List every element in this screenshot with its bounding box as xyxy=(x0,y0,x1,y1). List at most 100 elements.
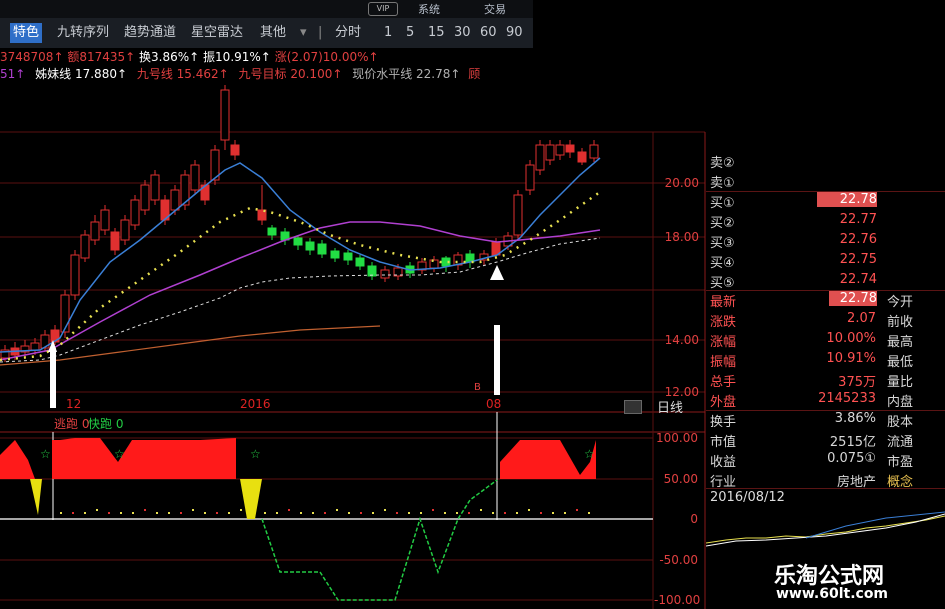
candle-body xyxy=(355,257,365,267)
sub-chart-dot xyxy=(192,509,194,511)
buy-arrow-icon xyxy=(48,265,504,408)
candle-body xyxy=(190,164,200,191)
scroll-button[interactable] xyxy=(624,400,642,414)
sub-chart-dot xyxy=(132,512,134,514)
sub-chart-dot xyxy=(576,509,578,511)
x-label-2016: 2016 xyxy=(240,397,271,411)
candle-body xyxy=(70,254,80,296)
s2-right-label-1: 流通 xyxy=(887,435,914,450)
sub-y-100: 100.00 xyxy=(656,431,698,445)
candle-body xyxy=(170,189,180,211)
candle-body xyxy=(380,269,390,279)
y-label-20: 20.00 xyxy=(664,176,699,190)
sub-chart-dot xyxy=(96,509,98,511)
watermark: 乐淘公式网 www.60lt.com xyxy=(760,556,940,608)
sub-chart-dot xyxy=(480,509,482,511)
candle-body xyxy=(330,250,340,259)
s1-right-label-3: 最低 xyxy=(887,355,914,370)
sub-chart-dot xyxy=(72,512,74,514)
stock-terminal: VIP 系统 交易 特色 九转序列 趋势通道 星空雷达 其他 ▾ | 分时 1 … xyxy=(0,0,945,609)
sub-chart-dot xyxy=(516,512,518,514)
mini-intraday-chart xyxy=(706,511,945,547)
ma-blue-line xyxy=(0,157,601,353)
sub-chart-dot xyxy=(444,512,446,514)
sub-y-50: 50.00 xyxy=(663,472,698,486)
sub-chart-dot xyxy=(228,512,230,514)
svg-text:☆: ☆ xyxy=(584,447,595,461)
s1-label-4: 总手 xyxy=(710,375,737,390)
candle-body xyxy=(429,259,439,269)
buy-4-price[interactable]: 22.75 xyxy=(817,252,877,267)
sub-chart-dot xyxy=(276,512,278,514)
sub-chart-dot xyxy=(504,512,506,514)
s1-value-4: 375万 xyxy=(838,375,876,390)
candle-body xyxy=(513,194,523,236)
candle-body xyxy=(525,164,535,191)
sub-chart-dot xyxy=(552,512,554,514)
s1-right-label-5: 内盘 xyxy=(887,395,914,410)
sub-chart-dot xyxy=(348,512,350,514)
sub-chart-dot xyxy=(60,512,62,514)
candle-body xyxy=(100,209,110,231)
buy-3-label: 买③ xyxy=(710,236,735,251)
y-label-18: 18.00 xyxy=(664,230,699,244)
sub-chart-dot xyxy=(336,509,338,511)
s1-label-3: 振幅 xyxy=(710,355,737,370)
s1-right-label-0: 今开 xyxy=(887,295,914,310)
s2-right-label-0: 股本 xyxy=(887,415,914,430)
sub-y-neg100: -100.00 xyxy=(654,593,701,607)
sub-chart-dot xyxy=(420,512,422,514)
s1-value-2: 10.00% xyxy=(826,331,876,346)
candle-body xyxy=(577,151,587,163)
sub-chart-green-line xyxy=(261,479,498,601)
candle-body xyxy=(130,199,140,226)
buy-3-price[interactable]: 22.76 xyxy=(817,232,877,247)
candle-body xyxy=(60,294,70,333)
sub-chart-dot xyxy=(324,512,326,514)
buy-2-label: 买② xyxy=(710,216,735,231)
period-daily-button[interactable]: 日线 xyxy=(657,397,683,416)
candlestick-series xyxy=(0,85,599,362)
sub-chart-dot xyxy=(144,509,146,511)
sub-chart-dot xyxy=(288,509,290,511)
s1-value-5: 2145233 xyxy=(818,391,876,406)
s1-right-label-4: 量比 xyxy=(887,375,914,390)
candle-body xyxy=(367,265,377,277)
watermark-url: www.60lt.com xyxy=(776,586,889,602)
s1-right-label-2: 最高 xyxy=(887,335,914,350)
sub-chart-dot xyxy=(120,512,122,514)
s2-label-0: 换手 xyxy=(710,415,737,430)
s1-right-label-1: 前收 xyxy=(887,315,914,330)
s2-right-label-2: 市盈 xyxy=(887,455,914,470)
buy-5-label: 买⑤ xyxy=(710,276,735,291)
sub-chart-dot xyxy=(180,512,182,514)
candle-body xyxy=(120,219,130,241)
candle-body xyxy=(565,144,575,153)
sub-chart-dot xyxy=(108,512,110,514)
candle-body xyxy=(545,144,555,161)
candle-body xyxy=(293,237,303,246)
sub-legend-run: 快跑 0 xyxy=(88,417,124,431)
candle-body xyxy=(150,174,160,201)
s2-value-1: 2515亿 xyxy=(829,435,876,450)
sub-chart-dot xyxy=(216,512,218,514)
sub-chart-dot xyxy=(456,512,458,514)
sub-chart-dot xyxy=(540,512,542,514)
candle-body xyxy=(305,241,315,251)
sell-2-label: 卖② xyxy=(710,156,735,171)
sub-chart-dot xyxy=(168,512,170,514)
sub-y-neg50: -50.00 xyxy=(659,553,698,567)
svg-text:☆: ☆ xyxy=(114,447,125,461)
buy-1-price[interactable]: 22.78 xyxy=(817,192,877,207)
sub-chart-dot xyxy=(372,512,374,514)
buy-5-price[interactable]: 22.74 xyxy=(817,272,877,287)
candle-body xyxy=(535,144,545,171)
sub-chart-dot xyxy=(264,512,266,514)
candle-body xyxy=(343,252,353,261)
buy-2-price[interactable]: 22.77 xyxy=(817,212,877,227)
ma-white-dashed-line xyxy=(0,237,601,363)
sell-1-label: 卖① xyxy=(710,176,735,191)
s1-value-3: 10.91% xyxy=(826,351,876,366)
sub-legend-escape: 逃跑 0 xyxy=(54,417,90,431)
sub-chart-dot xyxy=(204,512,206,514)
